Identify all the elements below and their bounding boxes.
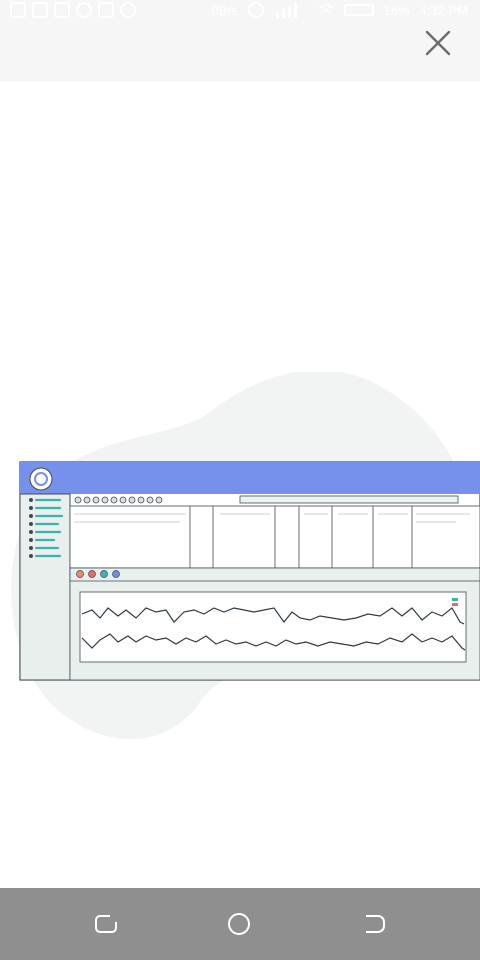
line-chart bbox=[79, 591, 467, 663]
back-icon[interactable] bbox=[358, 908, 390, 940]
status-bar: 0B/s 16% 4:32 PM bbox=[0, 0, 480, 82]
wifi-icon bbox=[318, 4, 333, 13]
signal-icon bbox=[275, 3, 297, 18]
notification-icons bbox=[10, 2, 136, 18]
navigation-bar bbox=[0, 888, 480, 960]
app-logo bbox=[29, 467, 53, 491]
chart-legend-teal bbox=[452, 598, 458, 601]
control-dot-blue bbox=[112, 570, 120, 578]
close-icon[interactable] bbox=[420, 26, 456, 62]
system-status: 0B/s 16% 4:32 PM bbox=[212, 2, 468, 18]
whatsapp-icon bbox=[76, 2, 92, 18]
content-area bbox=[0, 82, 480, 877]
control-dot-teal bbox=[100, 570, 108, 578]
chart-legend-red bbox=[452, 603, 458, 606]
image-icon bbox=[98, 2, 114, 18]
control-dot-red bbox=[88, 570, 96, 578]
parking-icon bbox=[10, 2, 26, 18]
home-icon[interactable] bbox=[223, 908, 255, 940]
facebook-icon bbox=[120, 2, 136, 18]
calendar-icon bbox=[54, 2, 70, 18]
battery-percent: 16% bbox=[383, 2, 410, 18]
dashboard-illustration bbox=[11, 372, 480, 740]
sidebar bbox=[19, 493, 71, 681]
battery-icon bbox=[343, 4, 374, 16]
search-bar bbox=[239, 495, 459, 504]
message-icon bbox=[32, 2, 48, 18]
window-header bbox=[20, 462, 480, 494]
clock: 4:32 PM bbox=[419, 2, 468, 18]
control-dot-orange bbox=[76, 570, 84, 578]
headphones-icon bbox=[247, 2, 264, 18]
network-speed: 0B/s bbox=[211, 2, 238, 18]
recents-icon[interactable] bbox=[90, 908, 122, 940]
